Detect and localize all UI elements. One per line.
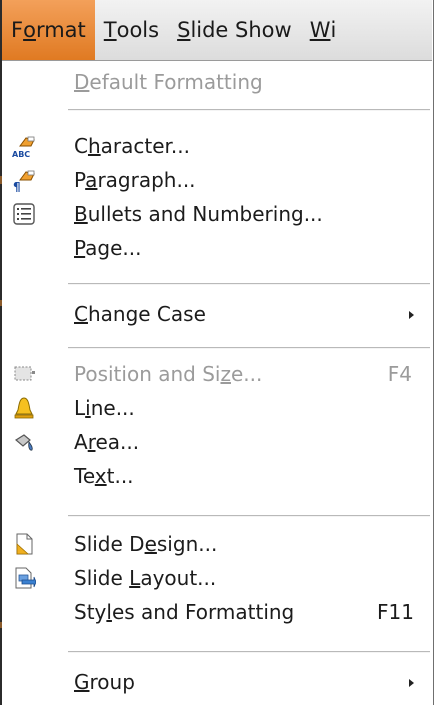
menu-item-label: Slide Layout... [74, 566, 217, 590]
svg-text:¶: ¶ [13, 180, 21, 192]
menu-item-character[interactable]: ABC Character... [2, 129, 432, 163]
menu-item-change-case[interactable]: Change Case [2, 297, 432, 331]
menu-item-label: Text... [74, 464, 134, 488]
menu-item-shortcut: F4 [387, 362, 412, 386]
area-icon [14, 434, 33, 451]
menu-item-label: Position and Size... [74, 362, 263, 386]
menu-item-label: Group [74, 670, 135, 694]
menu-item-default-formatting[interactable]: Default Formatting [2, 65, 432, 99]
menu-tools-mnemonic: T [103, 18, 117, 42]
format-dropdown-menu: Default Formatting ABC Character... ¶ Pa… [2, 61, 432, 705]
menubar: Fo rmat Tools Slide Show Wi [2, 0, 432, 61]
menu-item-slide-layout[interactable]: Slide Layout... [2, 561, 432, 595]
menu-item-label: Page... [74, 236, 142, 260]
menu-item-label: Line... [74, 396, 135, 420]
menu-format[interactable]: Fo rmat [2, 0, 95, 60]
menu-separator [68, 109, 430, 111]
menu-item-bullets-numbering[interactable]: Bullets and Numbering... [2, 197, 432, 231]
menu-window-label: i [330, 18, 337, 42]
menu-item-label: Bullets and Numbering... [74, 202, 323, 226]
menu-item-line[interactable]: Line... [2, 391, 432, 425]
menu-item-label: Styles and Formatting [74, 600, 295, 624]
menu-tools-label: ools [116, 18, 160, 42]
menu-separator [68, 651, 430, 653]
menu-item-page[interactable]: Page... [2, 231, 432, 265]
menu-slide-show[interactable]: Slide Show [168, 0, 301, 60]
menu-separator [68, 347, 430, 349]
menu-slide-show-mnemonic: S [177, 18, 191, 42]
menu-item-group[interactable]: Group [2, 665, 432, 699]
menu-item-label: Character... [74, 134, 190, 158]
submenu-arrow-icon [409, 679, 414, 687]
menu-format-mnemonic: o [23, 18, 36, 42]
slide-layout-icon [15, 567, 36, 589]
paragraph-icon: ¶ [13, 170, 35, 192]
menu-separator [68, 283, 430, 285]
menu-item-label: Change Case [74, 302, 206, 326]
menu-format-label: F [11, 18, 24, 42]
menu-item-label: Default Formatting [74, 70, 263, 94]
menu-window-mnemonic: W [309, 18, 331, 42]
menu-item-slide-design[interactable]: Slide Design... [2, 527, 432, 561]
menu-item-shortcut: F11 [377, 600, 414, 624]
menu-item-area[interactable]: Area... [2, 425, 432, 459]
position-size-icon [14, 366, 35, 381]
menu-item-position-size[interactable]: Position and Size... F4 [2, 357, 432, 391]
menu-window[interactable]: Wi [301, 0, 346, 60]
line-icon [14, 397, 34, 419]
menu-item-label: Paragraph... [74, 168, 196, 192]
submenu-arrow-icon [409, 311, 414, 319]
bullets-icon [13, 203, 35, 225]
menu-slide-show-label: lide Show [190, 18, 292, 42]
menu-item-text[interactable]: Text... [2, 459, 432, 493]
menu-separator [68, 515, 430, 517]
svg-text:ABC: ABC [12, 150, 30, 158]
menu-item-paragraph[interactable]: ¶ Paragraph... [2, 163, 432, 197]
menu-item-label: Slide Design... [74, 532, 218, 556]
menu-tools[interactable]: Tools [95, 0, 168, 60]
menu-item-styles-formatting[interactable]: Styles and Formatting F11 [2, 595, 432, 629]
character-icon: ABC [12, 136, 35, 158]
menu-item-label: Area... [74, 430, 140, 454]
slide-design-icon [16, 533, 33, 555]
menu-format-label-rest: rmat [35, 18, 86, 42]
